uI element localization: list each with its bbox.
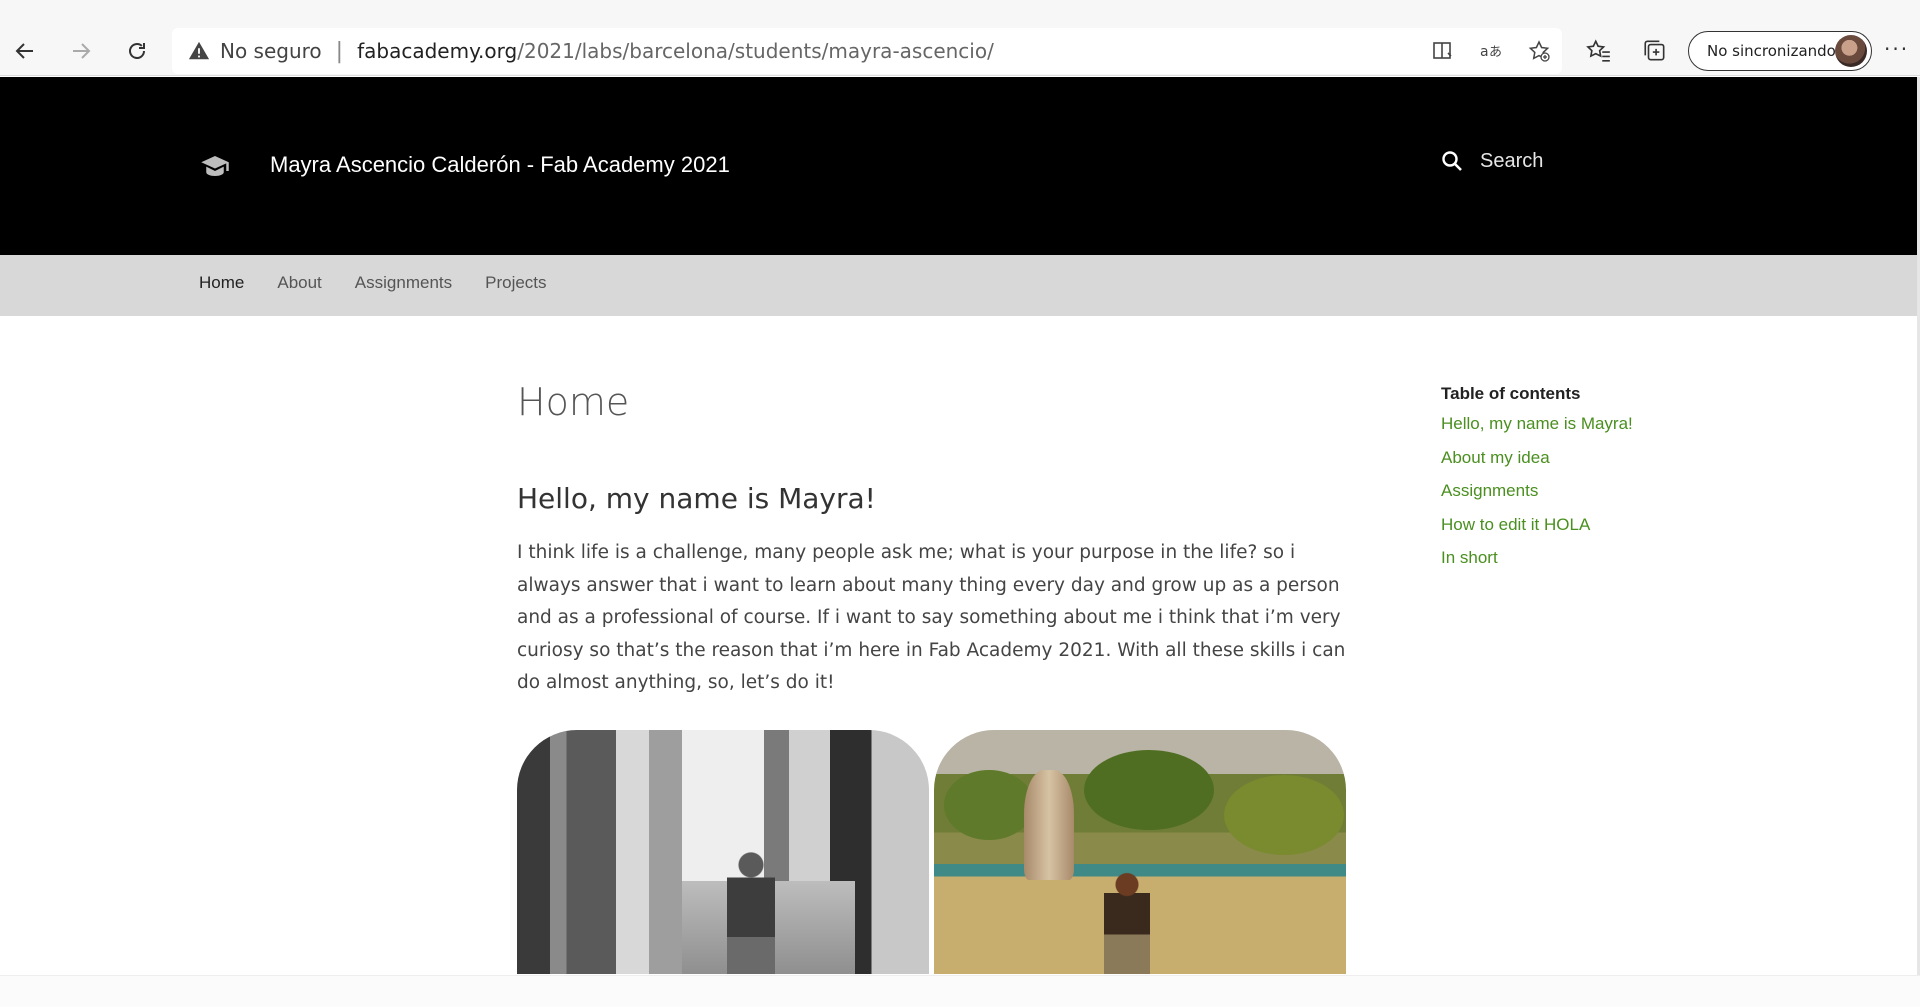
tree-shape (944, 770, 1034, 840)
svg-text:a: a (1480, 44, 1489, 60)
warning-icon (188, 40, 210, 62)
page-title: Home (517, 380, 630, 424)
search-label: Search (1480, 149, 1544, 172)
photo-gallery (517, 730, 1347, 974)
url-host: fabacademy.org (357, 39, 518, 63)
street-photo (517, 730, 929, 974)
site-title[interactable]: Mayra Ascencio Calderón - Fab Academy 20… (270, 152, 730, 178)
toc-title: Table of contents (1441, 384, 1581, 403)
url-path: /2021/labs/barcelona/students/mayra-asce… (517, 39, 994, 63)
tree-shape (1224, 775, 1344, 855)
site-header: Mayra Ascencio Calderón - Fab Academy 20… (0, 77, 1920, 255)
collections-icon[interactable] (1641, 37, 1669, 65)
graduation-cap-icon[interactable] (200, 151, 230, 181)
tab-assignments[interactable]: Assignments (355, 273, 452, 293)
more-options-button[interactable]: ··· (1884, 37, 1909, 61)
toc-link-how-to-edit[interactable]: How to edit it HOLA (1441, 515, 1741, 549)
monument-shape (1024, 770, 1074, 880)
security-status[interactable]: No seguro (220, 39, 322, 63)
section-heading: Hello, my name is Mayra! (517, 482, 876, 515)
park-photo (934, 730, 1346, 974)
svg-text:あ: あ (1489, 45, 1502, 60)
browser-toolbar: No seguro | fabacademy.org/2021/labs/bar… (0, 0, 1920, 76)
url-text[interactable]: fabacademy.org/2021/labs/barcelona/stude… (357, 39, 994, 63)
tab-home[interactable]: Home (199, 273, 244, 293)
navigation-tabs: Home About Assignments Projects (0, 255, 1920, 316)
person-figure (727, 850, 775, 974)
address-bar[interactable]: No seguro | fabacademy.org/2021/labs/bar… (172, 28, 1562, 74)
sync-status-label: No sincronizando (1707, 42, 1836, 60)
table-of-contents: Table of contents Hello, my name is Mayr… (1441, 384, 1741, 582)
tab-about[interactable]: About (277, 273, 321, 293)
toc-link-assignments[interactable]: Assignments (1441, 481, 1741, 515)
favorites-icon[interactable] (1585, 37, 1613, 65)
intro-paragraph: I think life is a challenge, many people… (517, 542, 1346, 693)
tree-shape (1084, 750, 1214, 830)
back-button[interactable] (4, 30, 46, 72)
toc-link-hello[interactable]: Hello, my name is Mayra! (1441, 414, 1741, 448)
avatar (1835, 35, 1867, 67)
search-icon (1442, 151, 1462, 171)
person-figure (1104, 870, 1150, 974)
add-favorite-icon[interactable] (1526, 38, 1552, 64)
main-content: Home Hello, my name is Mayra! I think li… (517, 380, 1352, 700)
site-search[interactable]: Search (1440, 149, 1543, 173)
arrow-right-icon (73, 43, 91, 59)
reload-button[interactable] (116, 30, 158, 72)
toc-link-about-idea[interactable]: About my idea (1441, 448, 1741, 482)
forward-button[interactable] (60, 30, 102, 72)
toc-link-in-short[interactable]: In short (1441, 548, 1741, 582)
profile-sync-button[interactable]: No sincronizando (1688, 31, 1872, 71)
address-bar-actions: aあ (1430, 28, 1552, 74)
page-bottom (0, 975, 1920, 1007)
reload-icon (129, 43, 145, 59)
translate-icon[interactable]: aあ (1478, 38, 1504, 64)
url-separator: | (335, 38, 344, 64)
arrow-left-icon (15, 43, 33, 59)
tab-projects[interactable]: Projects (485, 273, 546, 293)
toc-list: Hello, my name is Mayra! About my idea A… (1441, 414, 1741, 582)
reader-mode-icon[interactable] (1430, 38, 1456, 64)
